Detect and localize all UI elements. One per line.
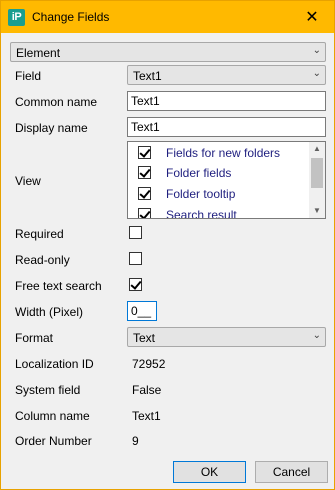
cancel-button[interactable]: Cancel [255,461,328,483]
localization-id-label: Localization ID [15,357,94,371]
view-listbox[interactable]: Fields for new folders Folder fields Fol… [127,141,326,219]
title-bar: iP Change Fields ✕ [1,1,334,33]
field-select[interactable]: Text1 ⌄ [127,65,326,85]
view-list-scrollbar[interactable]: ▲ ▼ [309,142,325,218]
view-item-checkbox[interactable] [138,208,151,218]
common-name-input[interactable]: Text1 [127,91,326,111]
free-text-search-checkbox[interactable] [129,278,142,291]
view-item-checkbox[interactable] [138,187,151,200]
localization-id-value: 72952 [132,357,166,371]
common-name-label: Common name [15,95,98,109]
order-number-label: Order Number [15,434,92,448]
read-only-checkbox[interactable] [129,252,142,265]
view-label: View [15,174,41,188]
width-input[interactable]: 0__ [127,301,157,321]
display-name-label: Display name [15,121,88,135]
element-select-value: Element [16,46,61,60]
view-item-label: Folder tooltip [166,187,236,201]
format-select[interactable]: Text ⌄ [127,327,326,347]
scroll-down-icon[interactable]: ▼ [309,206,325,215]
required-checkbox[interactable] [129,226,142,239]
view-item-label: Folder fields [166,166,232,180]
format-label: Format [15,331,54,345]
display-name-input[interactable]: Text1 [127,117,326,137]
format-select-value: Text [133,331,156,345]
free-text-search-label: Free text search [15,279,102,293]
view-item-label: Fields for new folders [166,146,281,160]
required-label: Required [15,227,64,241]
order-number-value: 9 [132,434,139,448]
system-field-label: System field [15,383,81,397]
chevron-down-icon: ⌄ [312,68,321,79]
dialog-title: Change Fields [32,10,110,24]
view-item-checkbox[interactable] [138,146,151,159]
column-name-label: Column name [15,409,90,423]
system-field-value: False [132,383,162,397]
element-select[interactable]: Element ⌄ [10,42,326,62]
scroll-up-icon[interactable]: ▲ [309,144,325,153]
field-select-value: Text1 [133,69,162,83]
column-name-value: Text1 [132,409,161,423]
view-item-label: Search result [166,208,237,219]
width-label: Width (Pixel) [15,305,84,319]
ok-button[interactable]: OK [173,461,246,483]
field-label: Field [15,69,42,83]
scrollbar-thumb[interactable] [311,158,323,188]
chevron-down-icon: ⌄ [312,45,321,56]
app-icon: iP [8,9,25,26]
dialog-body: Element ⌄ Field Text1 ⌄ Common name Text… [1,33,334,489]
view-item-checkbox[interactable] [138,166,151,179]
close-icon[interactable]: ✕ [290,1,334,33]
read-only-label: Read-only [15,253,70,267]
change-fields-dialog: iP Change Fields ✕ Element ⌄ Field Text1… [0,0,335,490]
chevron-down-icon: ⌄ [312,330,321,341]
